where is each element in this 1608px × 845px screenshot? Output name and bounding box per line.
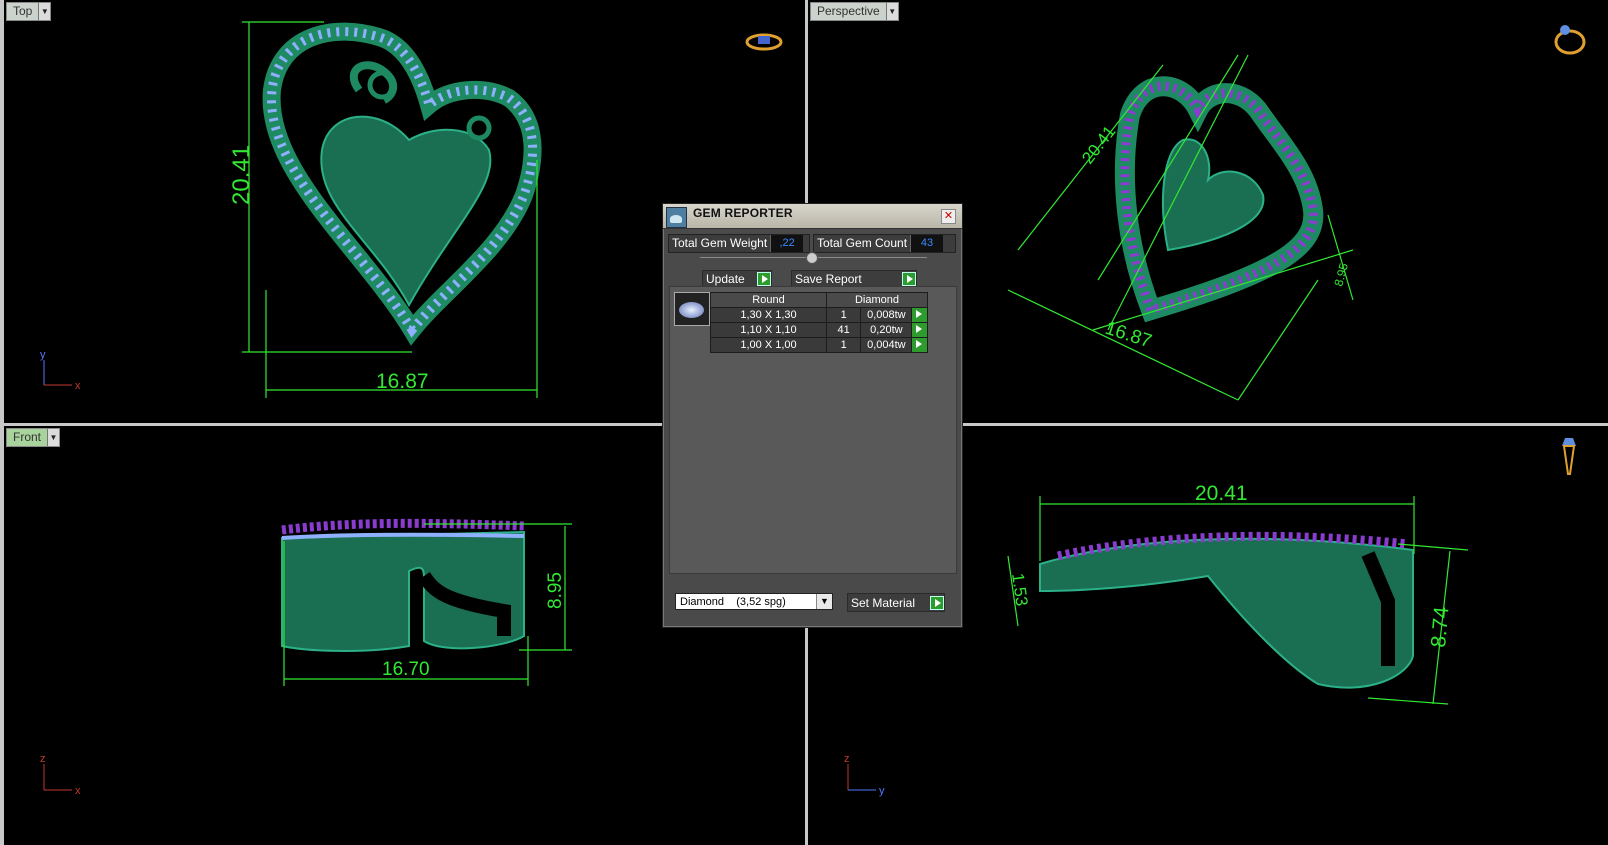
total-gem-count-field: Total Gem Count 43 bbox=[813, 234, 956, 253]
dialog-title: GEM REPORTER bbox=[693, 206, 793, 220]
gem-reporter-dialog[interactable]: GEM REPORTER ✕ Total Gem Weight ,22 Tota… bbox=[662, 203, 963, 628]
chevron-down-icon[interactable]: ▼ bbox=[38, 3, 51, 20]
material-value: Diamond (3,52 spg) bbox=[680, 596, 786, 608]
collapse-icon[interactable] bbox=[806, 252, 818, 264]
gem-size-cell: 1,10 X 1,10 bbox=[710, 322, 827, 338]
play-icon[interactable] bbox=[912, 323, 927, 337]
update-button[interactable]: Update bbox=[702, 270, 772, 287]
select-row-button[interactable] bbox=[911, 307, 928, 323]
right-profile-shape bbox=[1039, 537, 1414, 689]
play-icon[interactable] bbox=[757, 271, 771, 286]
set-material-label: Set Material bbox=[851, 595, 916, 610]
right-height-dimension: 8.74 bbox=[1427, 605, 1454, 648]
right-axis-y-label: y bbox=[879, 785, 885, 797]
play-icon[interactable] bbox=[912, 338, 927, 352]
gem-app-icon bbox=[666, 207, 687, 228]
chevron-down-icon[interactable]: ▼ bbox=[47, 429, 60, 446]
set-material-button[interactable]: Set Material bbox=[847, 593, 945, 612]
chevron-down-icon[interactable]: ▼ bbox=[885, 3, 898, 20]
chevron-down-icon[interactable]: ▼ bbox=[816, 594, 832, 609]
total-gem-weight-value: ,22 bbox=[770, 235, 804, 252]
play-icon[interactable] bbox=[930, 595, 944, 610]
gem-weight-cell: 0,20tw bbox=[860, 322, 913, 338]
gem-count-cell: 41 bbox=[825, 322, 862, 338]
right-axis-z-label: z bbox=[844, 753, 850, 765]
column-header: Diamond bbox=[826, 292, 928, 308]
select-row-button[interactable] bbox=[911, 322, 928, 338]
viewport-label: Perspective bbox=[817, 4, 880, 18]
top-axis-y-label: y bbox=[40, 349, 46, 361]
top-axis-x-label: x bbox=[75, 380, 81, 392]
gem-count-cell: 1 bbox=[825, 307, 862, 323]
table-header-row: Round Diamond bbox=[710, 292, 928, 308]
save-report-label: Save Report bbox=[795, 271, 862, 286]
table-row[interactable]: 1,00 X 1,00 1 0,004tw bbox=[710, 337, 928, 353]
gem-list-panel: Round Diamond 1,30 X 1,30 1 0,008tw 1,10… bbox=[669, 286, 957, 574]
right-left-dimension: 1.53 bbox=[1008, 572, 1031, 607]
front-axis-x-label: x bbox=[75, 785, 81, 797]
total-gem-weight-field: Total Gem Weight ,22 bbox=[668, 234, 810, 253]
view-cube-ring-icon[interactable] bbox=[1554, 25, 1586, 55]
top-height-dimension: 20.41 bbox=[228, 145, 255, 205]
update-label: Update bbox=[706, 271, 745, 286]
material-select[interactable]: Diamond (3,52 spg) ▼ bbox=[675, 593, 833, 610]
total-gem-weight-label: Total Gem Weight bbox=[672, 236, 768, 250]
view-cube-pendant-icon[interactable] bbox=[1562, 438, 1576, 475]
dialog-titlebar[interactable]: GEM REPORTER ✕ bbox=[663, 204, 962, 229]
front-height-dimension: 8.95 bbox=[545, 572, 566, 609]
viewport-label: Front bbox=[13, 430, 42, 444]
play-icon[interactable] bbox=[902, 271, 916, 286]
viewport-menu-front[interactable]: Front ▼ bbox=[6, 428, 61, 447]
viewport-menu-perspective[interactable]: Perspective ▼ bbox=[810, 2, 899, 21]
gem-weight-cell: 0,008tw bbox=[860, 307, 913, 323]
front-axis-z-label: z bbox=[40, 753, 46, 765]
round-gem-icon[interactable] bbox=[674, 292, 710, 326]
close-icon[interactable]: ✕ bbox=[941, 209, 956, 224]
save-report-button[interactable]: Save Report bbox=[791, 270, 917, 287]
gem-size-cell: 1,30 X 1,30 bbox=[710, 307, 827, 323]
view-cube-ring-icon[interactable] bbox=[745, 33, 783, 51]
gem-count-cell: 1 bbox=[825, 337, 862, 353]
gem-table: Round Diamond 1,30 X 1,30 1 0,008tw 1,10… bbox=[710, 292, 928, 353]
total-gem-count-value: 43 bbox=[910, 235, 944, 252]
top-width-dimension: 16.87 bbox=[376, 370, 429, 393]
viewport-label: Top bbox=[13, 4, 33, 18]
column-header: Round bbox=[710, 292, 827, 308]
front-profile-shape bbox=[281, 530, 525, 652]
select-row-button[interactable] bbox=[911, 337, 928, 353]
table-row[interactable]: 1,30 X 1,30 1 0,008tw bbox=[710, 307, 928, 323]
table-row[interactable]: 1,10 X 1,10 41 0,20tw bbox=[710, 322, 928, 338]
viewport-menu-top[interactable]: Top ▼ bbox=[6, 2, 52, 21]
right-width-dimension: 20.41 bbox=[1195, 482, 1248, 505]
total-gem-count-label: Total Gem Count bbox=[817, 236, 908, 250]
play-icon[interactable] bbox=[912, 308, 927, 322]
gem-weight-cell: 0,004tw bbox=[860, 337, 913, 353]
gem-size-cell: 1,00 X 1,00 bbox=[710, 337, 827, 353]
front-width-dimension: 16.70 bbox=[382, 659, 430, 680]
